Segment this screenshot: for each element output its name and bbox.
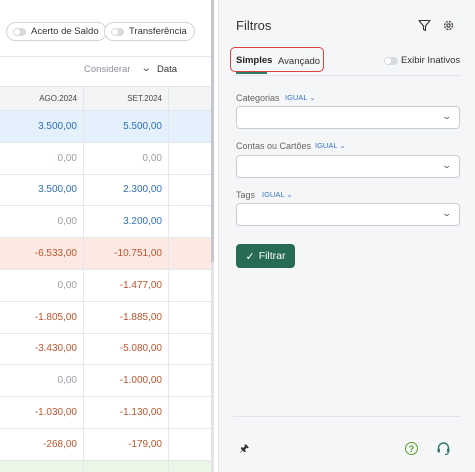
table-cell: 3.500,00 <box>0 174 84 206</box>
divider <box>0 56 214 57</box>
table-row[interactable]: 0,00 3.200,00 <box>0 206 214 239</box>
contas-select[interactable]: ⌄ <box>236 155 460 178</box>
table-row[interactable]: -6.533,00 -10.751,00 <box>0 238 214 270</box>
table-cell: 3.200,00 <box>84 206 169 238</box>
headset-icon[interactable] <box>436 441 451 456</box>
column-header: AGO.2024 <box>0 87 84 110</box>
categorias-select[interactable]: ⌄ <box>236 106 460 129</box>
active-tab-indicator <box>236 72 267 74</box>
table-cell: -179,00 <box>84 428 169 460</box>
toggle-switch-icon <box>13 27 26 36</box>
table-row[interactable]: 0,00 0,00 <box>0 142 214 175</box>
table-row[interactable]: 3.500,00 5.500,00 <box>0 111 214 143</box>
table-row[interactable] <box>0 460 214 472</box>
chevron-down-icon: ⌄ <box>441 208 453 218</box>
table-cell: -268,00 <box>0 428 84 460</box>
table-row[interactable]: -3.430,00 -5.080,00 <box>0 333 214 366</box>
check-icon: ✓ <box>245 250 255 263</box>
contas-operator[interactable]: IGUAL ⌄ <box>315 141 346 150</box>
table-cell <box>0 460 84 472</box>
chevron-down-icon: ⌄ <box>286 190 293 199</box>
table-cell: -1.805,00 <box>0 301 84 333</box>
gear-icon[interactable] <box>442 19 455 32</box>
exibir-inativos-label: Exibir Inativos <box>401 55 461 66</box>
acerto-de-saldo-label: Acerto de Saldo <box>31 26 99 37</box>
table-cell: -3.430,00 <box>0 333 84 365</box>
tags-operator[interactable]: IGUAL ⌄ <box>262 190 293 199</box>
table-cell: 0,00 <box>0 206 84 238</box>
tags-label: Tags <box>236 190 256 200</box>
table-cell: 0,00 <box>0 269 84 301</box>
chevron-down-icon: ⌄ <box>441 111 453 121</box>
table-cell: 5.500,00 <box>84 111 169 142</box>
table-cell: 3.500,00 <box>0 111 84 142</box>
table-header: AGO.2024 SET.2024 <box>0 86 214 111</box>
table-row[interactable]: -1.030,00 -1.130,00 <box>0 397 214 429</box>
table-row[interactable]: -268,00 -179,00 <box>0 428 214 461</box>
categorias-label: Categorias <box>236 93 280 103</box>
app-window: Acerto de Saldo Transferência Considerar… <box>0 0 475 472</box>
table-cell <box>84 460 169 472</box>
operator-text: IGUAL <box>315 141 338 150</box>
acerto-de-saldo-toggle[interactable]: Acerto de Saldo <box>6 22 107 41</box>
operator-text: IGUAL <box>285 93 308 102</box>
scrollbar-thumb[interactable] <box>211 0 214 262</box>
tags-select[interactable]: ⌄ <box>236 203 460 226</box>
cashflow-table: AGO.2024 SET.2024 3.500,00 5.500,00 0,00 0,… <box>0 86 214 472</box>
table-cell: -1.885,00 <box>84 301 169 333</box>
table-row[interactable]: 0,00 -1.477,00 <box>0 269 214 302</box>
categorias-operator[interactable]: IGUAL ⌄ <box>285 93 316 102</box>
table-cell: -6.533,00 <box>0 238 84 269</box>
considerar-select[interactable]: Data <box>157 64 177 75</box>
filter-panel: Filtros Simples Avançado Exibir Inativos… <box>218 0 475 472</box>
panel-title: Filtros <box>236 18 272 33</box>
table-cell: -1.000,00 <box>84 365 169 397</box>
considerar-label: Considerar <box>84 64 131 75</box>
filtrar-label: Filtrar <box>258 250 286 262</box>
chevron-down-icon: ⌄ <box>309 93 316 102</box>
funnel-icon[interactable] <box>418 19 431 32</box>
divider <box>233 416 460 417</box>
table-row[interactable]: 3.500,00 2.300,00 <box>0 174 214 207</box>
tab-simples[interactable]: Simples <box>236 55 272 66</box>
filtrar-button[interactable]: ✓ Filtrar <box>236 244 295 268</box>
table-cell: -5.080,00 <box>84 333 169 365</box>
table-cell: 0,00 <box>84 142 169 174</box>
transferencia-toggle[interactable]: Transferência <box>104 22 195 41</box>
table-cell: -1.030,00 <box>0 397 84 428</box>
toggle-switch-icon <box>111 27 124 36</box>
transferencia-label: Transferência <box>129 26 187 37</box>
column-header: SET.2024 <box>84 87 169 110</box>
divider <box>233 75 460 76</box>
table-cell: 2.300,00 <box>84 174 169 206</box>
table-cell: -1.477,00 <box>84 269 169 301</box>
table-row[interactable]: -1.805,00 -1.885,00 <box>0 301 214 334</box>
tab-avancado[interactable]: Avançado <box>278 56 320 67</box>
help-icon[interactable]: ? <box>405 442 418 455</box>
operator-text: IGUAL <box>262 190 285 199</box>
table-cell: -1.130,00 <box>84 397 169 428</box>
table-row[interactable]: 0,00 -1.000,00 <box>0 365 214 398</box>
contas-label: Contas ou Cartões <box>236 141 312 151</box>
table-cell: 0,00 <box>0 142 84 174</box>
cashflow-panel: Acerto de Saldo Transferência Considerar… <box>0 0 214 472</box>
exibir-inativos-switch[interactable] <box>384 57 398 65</box>
table-cell: 0,00 <box>0 365 84 397</box>
table-cell: -10.751,00 <box>84 238 169 269</box>
chevron-down-icon[interactable]: ⌄ <box>141 63 152 74</box>
pin-icon[interactable]: 🖈 <box>239 440 249 459</box>
chevron-down-icon: ⌄ <box>339 141 346 150</box>
chevron-down-icon: ⌄ <box>441 160 453 170</box>
